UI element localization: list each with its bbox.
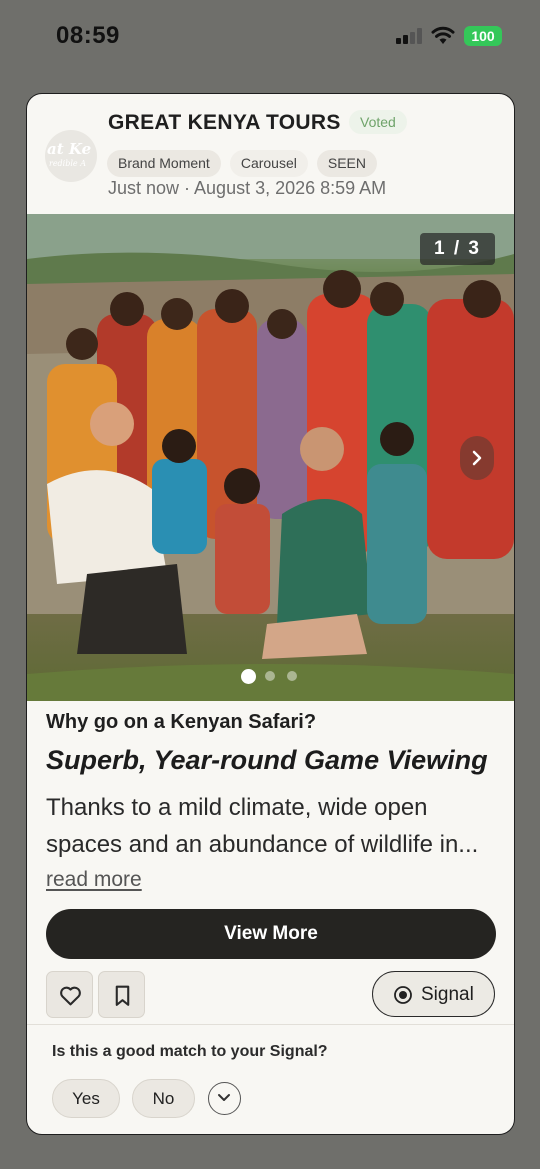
tag-chip: Brand Moment (107, 150, 221, 177)
voted-badge: Voted (349, 110, 407, 134)
tag-chips: Brand Moment Carousel SEEN (107, 150, 377, 178)
carousel-dot-active[interactable] (241, 669, 256, 684)
carousel-dot[interactable] (287, 671, 297, 681)
status-time: 08:59 (56, 22, 120, 49)
heart-icon (60, 986, 81, 1006)
wifi-icon (431, 26, 455, 44)
carousel-page-counter: 1 / 3 (420, 233, 495, 265)
brand-name[interactable]: GREAT KENYA TOURS (108, 111, 341, 135)
post-timestamp: Just now · August 3, 2026 8:59 AM (108, 178, 387, 198)
post-headline: Superb, Year-round Game Viewing (46, 745, 488, 775)
signal-button[interactable]: Signal (372, 971, 495, 1017)
post-question: Why go on a Kenyan Safari? (46, 711, 317, 733)
view-more-button[interactable]: View More (46, 909, 496, 959)
carousel-next-button[interactable] (460, 436, 494, 480)
divider (27, 1024, 514, 1025)
like-button[interactable] (46, 971, 93, 1018)
status-bar: 08:59 100 (0, 0, 540, 72)
post-body: Thanks to a mild climate, wide open spac… (46, 794, 479, 858)
carousel-dot[interactable] (265, 671, 275, 681)
chevron-down-icon (218, 1094, 230, 1101)
brand-avatar[interactable]: at Ke redible A (45, 130, 97, 182)
chevron-right-icon (472, 450, 482, 466)
post-card: at Ke redible A GREAT KENYA TOURS Voted … (26, 93, 515, 1135)
match-question: Is this a good match to your Signal? (52, 1043, 328, 1060)
avatar-logo-subtext: redible A (49, 159, 86, 168)
signal-label: Signal (421, 984, 474, 1005)
avatar-logo-text: at Ke (47, 140, 92, 158)
tag-chip: Carousel (229, 150, 308, 177)
yes-button[interactable]: Yes (52, 1079, 120, 1118)
no-button[interactable]: No (132, 1079, 195, 1118)
expand-feedback-button[interactable] (208, 1082, 241, 1115)
carousel-image[interactable]: 1 / 3 (27, 214, 514, 701)
tag-chip: SEEN (316, 150, 377, 177)
safari-photo (27, 214, 514, 701)
cellular-signal-icon (396, 28, 422, 44)
bookmark-icon (115, 985, 130, 1006)
battery-icon: 100 (464, 26, 502, 46)
radio-target-icon (394, 986, 412, 1004)
bookmark-button[interactable] (98, 971, 145, 1018)
read-more-link[interactable]: read more (46, 868, 142, 892)
